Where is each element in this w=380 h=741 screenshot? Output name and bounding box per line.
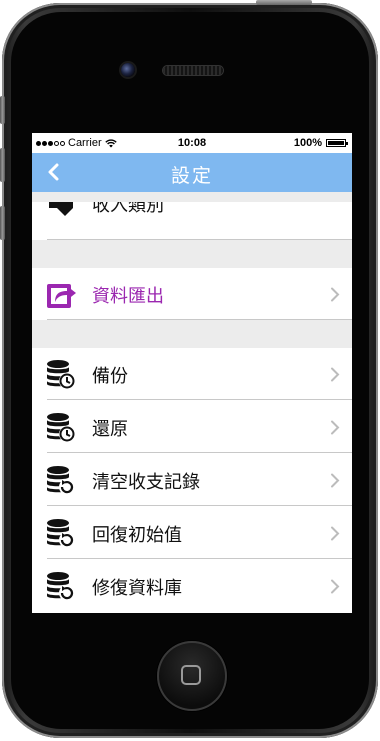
list-item-clear-records[interactable]: 清空收支記錄 — [32, 454, 352, 506]
list-item-repair-database[interactable]: 修復資料庫 — [32, 560, 352, 612]
list-item-export[interactable]: 資料匯出 — [32, 268, 352, 320]
screen: Carrier 10:08 100% 設定 收入類別 資料匯出 備份 還原 清空… — [32, 133, 352, 613]
database-clock-icon — [47, 413, 75, 442]
power-button — [256, 0, 312, 5]
database-refresh-icon — [47, 519, 75, 548]
volume-up-button — [0, 148, 5, 182]
list-item-backup[interactable]: 備份 — [32, 348, 352, 400]
list-item-label: 還原 — [92, 419, 128, 440]
row-separator — [47, 399, 352, 400]
section-gap — [32, 240, 352, 268]
chevron-right-icon — [331, 367, 340, 382]
list-item-label: 回復初始值 — [92, 525, 182, 546]
row-separator — [47, 452, 352, 453]
export-share-icon — [47, 284, 76, 308]
list-item-reset-defaults[interactable]: 回復初始值 — [32, 507, 352, 559]
navigation-bar: 設定 — [32, 153, 352, 192]
volume-down-button — [0, 206, 5, 240]
home-button[interactable] — [157, 641, 227, 711]
list-item-label: 資料匯出 — [92, 286, 164, 307]
chevron-right-icon — [331, 579, 340, 594]
list-item-label: 清空收支記錄 — [92, 472, 200, 493]
list-item-restore[interactable]: 還原 — [32, 401, 352, 453]
section-gap — [32, 192, 352, 202]
battery-percent: 100% — [293, 137, 322, 149]
database-refresh-icon — [47, 572, 75, 601]
status-right: 100% — [293, 137, 348, 149]
chevron-right-icon — [331, 526, 340, 541]
database-refresh-icon — [47, 466, 75, 495]
earpiece-speaker — [163, 66, 223, 75]
mute-switch — [0, 96, 5, 124]
front-camera — [121, 63, 135, 77]
home-square-icon — [181, 665, 201, 685]
list-item-income-category[interactable]: 收入類別 — [32, 202, 352, 240]
settings-list: 收入類別 資料匯出 備份 還原 清空收支記錄 回復初始值 修復資料庫 — [32, 192, 352, 613]
status-bar: Carrier 10:08 100% — [32, 133, 352, 153]
page-title: 設定 — [170, 165, 213, 187]
section-gap — [32, 320, 352, 348]
database-clock-icon — [47, 360, 75, 389]
chevron-right-icon — [331, 287, 340, 302]
list-item-label: 備份 — [92, 366, 128, 387]
battery-icon — [326, 139, 348, 147]
row-separator — [47, 558, 352, 559]
category-tag-icon — [49, 202, 73, 216]
list-item-label: 修復資料庫 — [92, 578, 182, 599]
row-separator — [47, 505, 352, 506]
chevron-right-icon — [331, 473, 340, 488]
chevron-right-icon — [331, 420, 340, 435]
list-item-label: 收入類別 — [92, 202, 164, 216]
